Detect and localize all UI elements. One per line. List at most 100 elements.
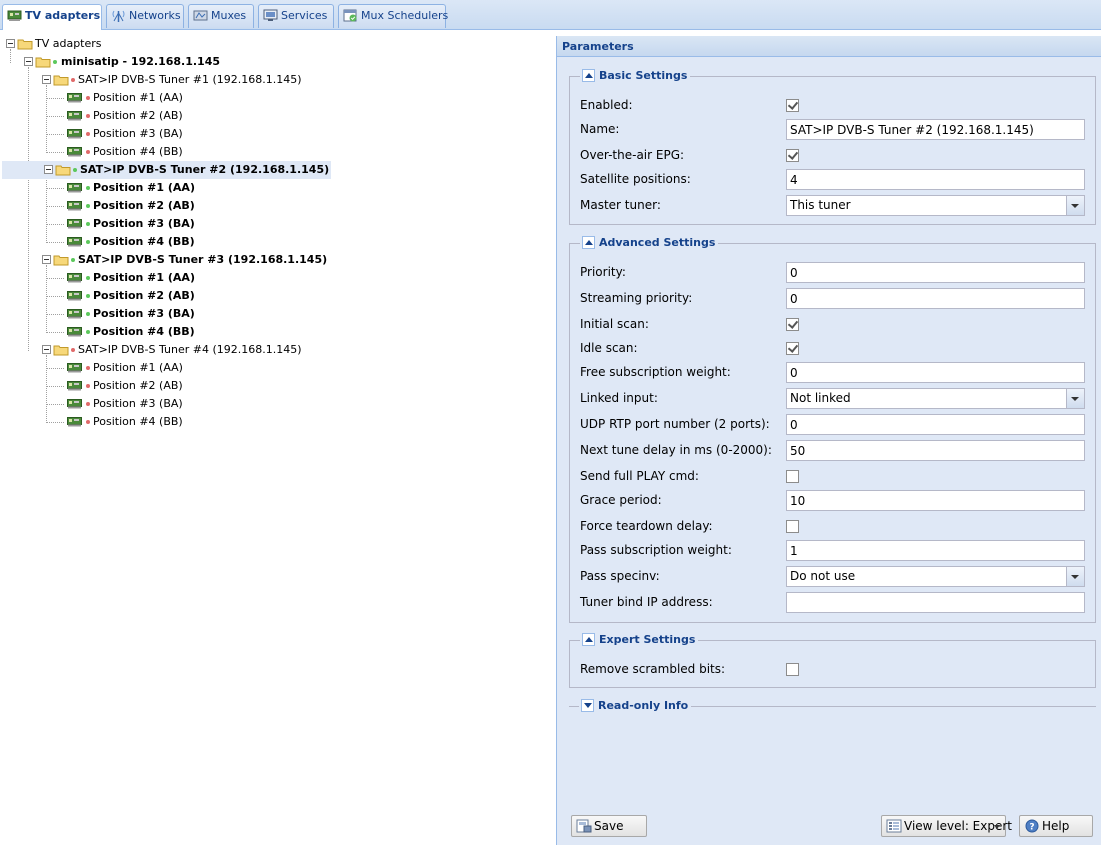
tree-node-label: SAT>IP DVB-S Tuner #3 (192.168.1.145)	[78, 253, 328, 266]
free-sub-label: Free subscription weight:	[580, 365, 731, 379]
tree-node-tuner[interactable]: SAT>IP DVB-S Tuner #2 (192.168.1.145)	[2, 161, 332, 179]
epg-label: Over-the-air EPG:	[580, 148, 685, 162]
row-grace: Grace period:	[570, 490, 1097, 512]
tab-tv-adapters[interactable]: TV adapters	[2, 4, 102, 30]
collapse-toggle-icon[interactable]	[42, 255, 51, 264]
row-linked-input: Linked input: Not linked	[570, 388, 1097, 410]
grace-input[interactable]	[786, 490, 1085, 511]
collapse-toggle-icon[interactable]	[42, 345, 51, 354]
priority-input[interactable]	[786, 262, 1085, 283]
enabled-checkbox[interactable]	[786, 99, 799, 112]
tab-muxes[interactable]: Muxes	[188, 4, 254, 28]
epg-checkbox[interactable]	[786, 149, 799, 162]
collapse-toggle-icon[interactable]	[24, 57, 33, 66]
tree-node-position[interactable]: Position #3 (BA)	[0, 125, 555, 143]
advanced-settings-fieldset: Advanced Settings Priority: Streaming pr…	[569, 235, 1097, 623]
collapse-toggle-icon[interactable]	[44, 165, 53, 174]
tab-label: Mux Schedulers	[361, 9, 449, 22]
basic-settings-legend[interactable]: Basic Settings	[580, 68, 691, 84]
specinv-select[interactable]: Do not use	[786, 566, 1085, 587]
readonly-legend[interactable]: Read-only Info	[579, 698, 692, 714]
name-input[interactable]	[786, 119, 1085, 140]
scrambled-checkbox[interactable]	[786, 663, 799, 676]
collapse-icon[interactable]	[582, 236, 595, 249]
tab-mux-schedulers[interactable]: Mux Schedulers	[338, 4, 449, 28]
tuner-card-icon	[67, 417, 82, 427]
initial-scan-checkbox[interactable]	[786, 318, 799, 331]
collapse-toggle-icon[interactable]	[42, 75, 51, 84]
folder-icon	[53, 75, 69, 86]
tree-node-position[interactable]: Position #3 (BA)	[0, 395, 555, 413]
tree-node-position[interactable]: Position #1 (AA)	[0, 359, 555, 377]
tree-node-position[interactable]: Position #2 (AB)	[0, 107, 555, 125]
idle-scan-label: Idle scan:	[580, 341, 638, 355]
enabled-label: Enabled:	[580, 98, 633, 112]
tree-node-position[interactable]: Position #2 (AB)	[0, 377, 555, 395]
collapse-toggle-icon[interactable]	[6, 39, 15, 48]
tree-node-position[interactable]: Position #4 (BB)	[0, 323, 555, 341]
bind-ip-input[interactable]	[786, 592, 1085, 613]
tree-node-server[interactable]: minisatip - 192.168.1.145	[0, 53, 555, 71]
linked-input-select[interactable]: Not linked	[786, 388, 1085, 409]
tree-node-position[interactable]: Position #3 (BA)	[0, 215, 555, 233]
satpos-input[interactable]	[786, 169, 1085, 190]
chevron-down-icon[interactable]	[1066, 196, 1084, 215]
scheduler-calendar-icon	[343, 9, 357, 22]
streaming-priority-input[interactable]	[786, 288, 1085, 309]
pass-sub-input[interactable]	[786, 540, 1085, 561]
folder-icon	[53, 345, 69, 356]
expand-icon[interactable]	[581, 699, 594, 712]
tree-node-position[interactable]: Position #4 (BB)	[0, 413, 555, 431]
chevron-down-icon[interactable]	[1066, 567, 1084, 586]
tree-node-position[interactable]: Position #3 (BA)	[0, 305, 555, 323]
row-idle-scan: Idle scan:	[570, 338, 1097, 360]
udp-port-input[interactable]	[786, 414, 1085, 435]
expert-settings-fieldset: Expert Settings Remove scrambled bits:	[569, 632, 1096, 688]
save-button[interactable]: Save	[571, 815, 647, 837]
streaming-priority-label: Streaming priority:	[580, 291, 693, 305]
tuner-card-icon	[67, 183, 82, 193]
tree-node-tuner[interactable]: SAT>IP DVB-S Tuner #1 (192.168.1.145)	[0, 71, 555, 89]
tree-node-position[interactable]: Position #1 (AA)	[0, 179, 555, 197]
tree-node-tuner[interactable]: SAT>IP DVB-S Tuner #3 (192.168.1.145)	[0, 251, 555, 269]
tuner-card-icon	[67, 93, 82, 103]
teardown-checkbox[interactable]	[786, 520, 799, 533]
tree-node-label: Position #4 (BB)	[93, 325, 195, 338]
view-level-button[interactable]: View level: Expert	[881, 815, 1012, 837]
tab-services[interactable]: Services	[258, 4, 334, 28]
folder-icon	[55, 165, 71, 176]
tree-node-position[interactable]: Position #1 (AA)	[0, 89, 555, 107]
tree-node-position[interactable]: Position #4 (BB)	[0, 233, 555, 251]
tree-node-position[interactable]: Position #2 (AB)	[0, 287, 555, 305]
tree-node-position[interactable]: Position #1 (AA)	[0, 269, 555, 287]
tree-node-label: Position #3 (BA)	[93, 397, 183, 410]
full-play-checkbox[interactable]	[786, 470, 799, 483]
tree-node-label: SAT>IP DVB-S Tuner #4 (192.168.1.145)	[78, 343, 302, 356]
help-button[interactable]: ? Help	[1019, 815, 1093, 837]
collapse-icon[interactable]	[582, 69, 595, 82]
master-tuner-select[interactable]: This tuner	[786, 195, 1085, 216]
tree-node-tuner[interactable]: SAT>IP DVB-S Tuner #4 (192.168.1.145)	[0, 341, 555, 359]
tree-node-position[interactable]: Position #4 (BB)	[0, 143, 555, 161]
tree-node-label: Position #1 (AA)	[93, 181, 195, 194]
tree-node-label: TV adapters	[35, 37, 102, 50]
tree-node-root[interactable]: TV adapters	[0, 35, 555, 53]
collapse-icon[interactable]	[582, 633, 595, 646]
tree-node-position[interactable]: Position #2 (AB)	[0, 197, 555, 215]
next-tune-input[interactable]	[786, 440, 1085, 461]
status-enabled-icon	[86, 294, 90, 298]
chevron-down-icon[interactable]	[1066, 389, 1084, 408]
tab-networks[interactable]: Networks	[106, 4, 184, 28]
idle-scan-checkbox[interactable]	[786, 342, 799, 355]
tab-label: Services	[281, 9, 328, 22]
status-enabled-icon	[86, 222, 90, 226]
parameters-panel: Parameters Basic Settings Enabled: Name:…	[556, 36, 1101, 845]
free-sub-input[interactable]	[786, 362, 1085, 383]
tuner-card-icon	[67, 147, 82, 157]
status-enabled-icon	[86, 330, 90, 334]
tree-node-label: Position #2 (AB)	[93, 109, 183, 122]
status-disabled-icon	[86, 150, 90, 154]
advanced-settings-legend[interactable]: Advanced Settings	[580, 235, 719, 251]
expert-settings-legend[interactable]: Expert Settings	[580, 632, 699, 648]
tuner-card-icon	[67, 237, 82, 247]
